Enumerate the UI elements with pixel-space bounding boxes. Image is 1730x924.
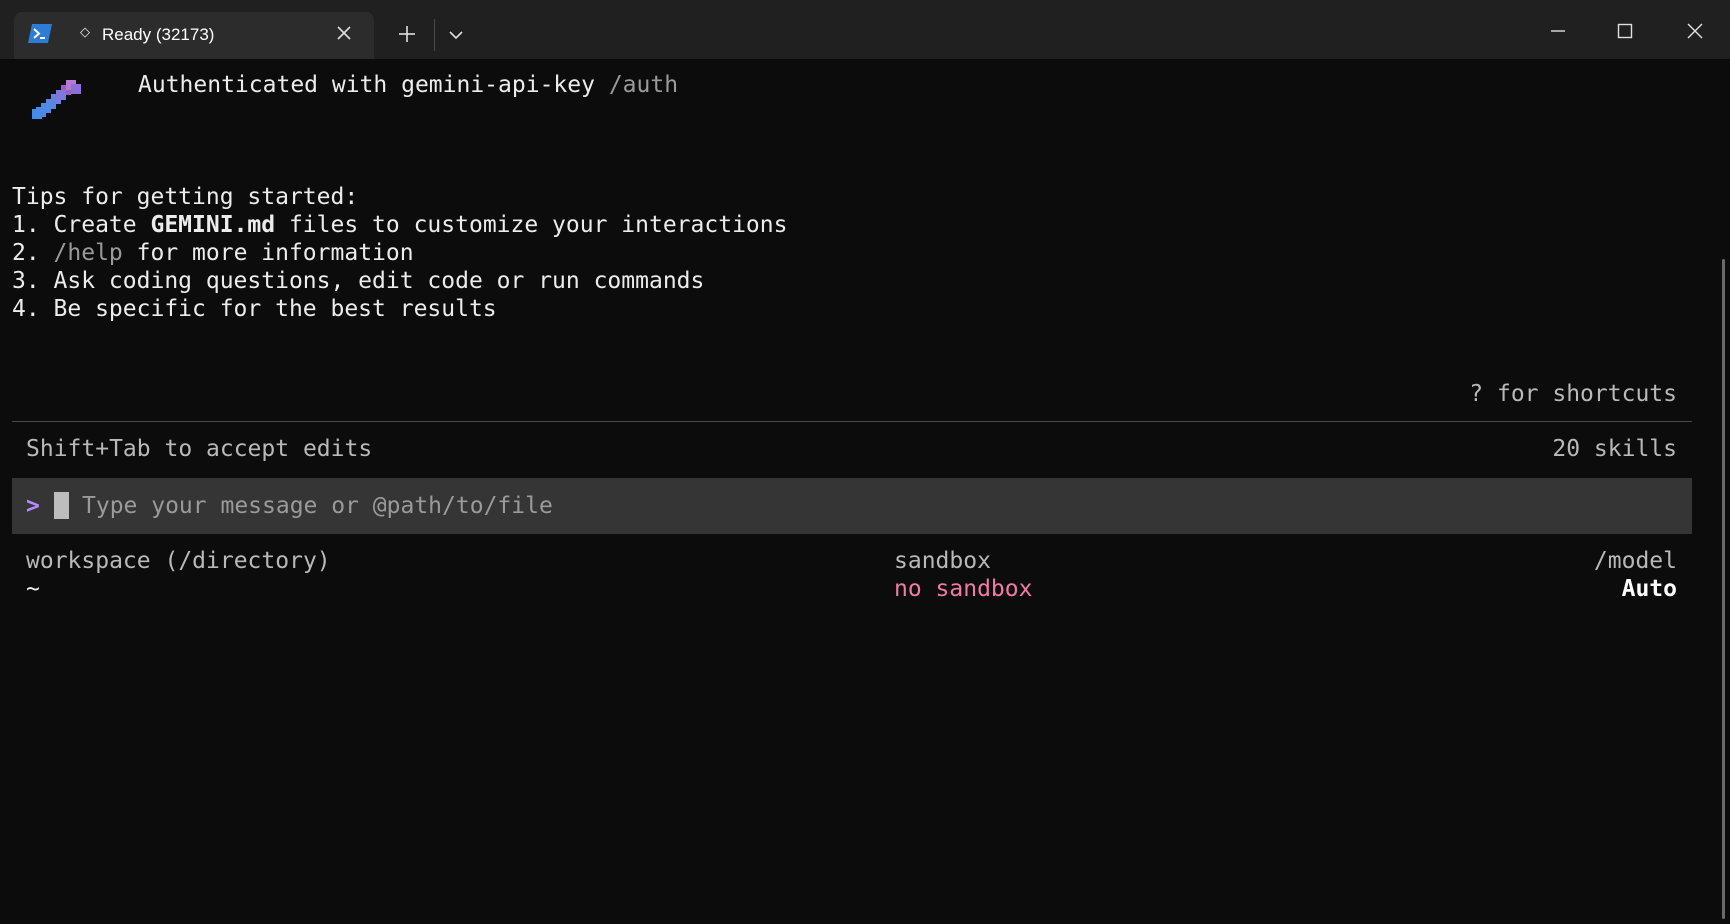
- tab-status-icon: ◇: [80, 25, 90, 40]
- minimize-icon[interactable]: [1541, 14, 1575, 48]
- tip-1-prefix: 1. Create: [12, 212, 151, 238]
- tab-title: Ready (32173): [102, 25, 215, 44]
- new-tab-plus-icon[interactable]: [392, 19, 422, 49]
- tab-close-icon[interactable]: [332, 21, 356, 45]
- tip-2-suffix: for more information: [122, 240, 414, 266]
- auth-status: Authenticated with gemini-api-key /auth: [138, 71, 678, 99]
- close-window-icon[interactable]: [1678, 14, 1712, 48]
- auth-text: Authenticated with gemini-api-key: [138, 72, 595, 98]
- tips-title: Tips for getting started:: [12, 184, 359, 210]
- message-input[interactable]: [82, 492, 1672, 520]
- terminal-body[interactable]: Authenticated with gemini-api-key /auth …: [0, 59, 1730, 924]
- workspace-value: ~: [26, 576, 40, 602]
- prompt-caret: >: [26, 493, 40, 519]
- tip-1-suffix: files to customize your interactions: [275, 212, 788, 238]
- message-input-box[interactable]: >: [12, 478, 1692, 534]
- tip-2: 2. /help for more information: [12, 239, 414, 267]
- gemini-pixel-logo-icon: [32, 80, 81, 119]
- sandbox-value: no sandbox: [894, 576, 1033, 602]
- tab-ready[interactable]: ◇ Ready (32173): [14, 12, 374, 59]
- auth-command: /auth: [608, 72, 679, 98]
- chevron-down-icon[interactable]: [442, 21, 470, 49]
- divider: [12, 421, 1692, 422]
- tip-2-prefix: 2.: [12, 240, 54, 266]
- tip-4: 4. Be specific for the best results: [12, 296, 497, 322]
- model-value: Auto: [1621, 576, 1677, 602]
- tip-1-filename: GEMINI.md: [150, 212, 276, 238]
- model-label[interactable]: /model: [1594, 547, 1677, 575]
- text-cursor: [54, 492, 69, 519]
- shortcuts-hint: ? for shortcuts: [1469, 381, 1677, 407]
- tip-2-command: /help: [53, 240, 123, 266]
- tip-3: 3. Ask coding questions, edit code or ru…: [12, 268, 705, 294]
- tip-1: 1. Create GEMINI.md files to customize y…: [12, 211, 787, 239]
- maximize-icon[interactable]: [1608, 14, 1642, 48]
- powershell-icon: [28, 24, 52, 43]
- scrollbar[interactable]: [1722, 259, 1725, 919]
- workspace-label: workspace (/directory): [26, 548, 331, 574]
- title-bar: ◇ Ready (32173): [0, 0, 1730, 59]
- sandbox-label: sandbox: [894, 548, 991, 574]
- accept-edits-hint: Shift+Tab to accept edits: [26, 436, 373, 462]
- skills-count: 20 skills: [1552, 436, 1677, 462]
- terminal-window: ◇ Ready (32173) Authenticated with gemin…: [0, 0, 1730, 924]
- tab-separator: [434, 19, 435, 51]
